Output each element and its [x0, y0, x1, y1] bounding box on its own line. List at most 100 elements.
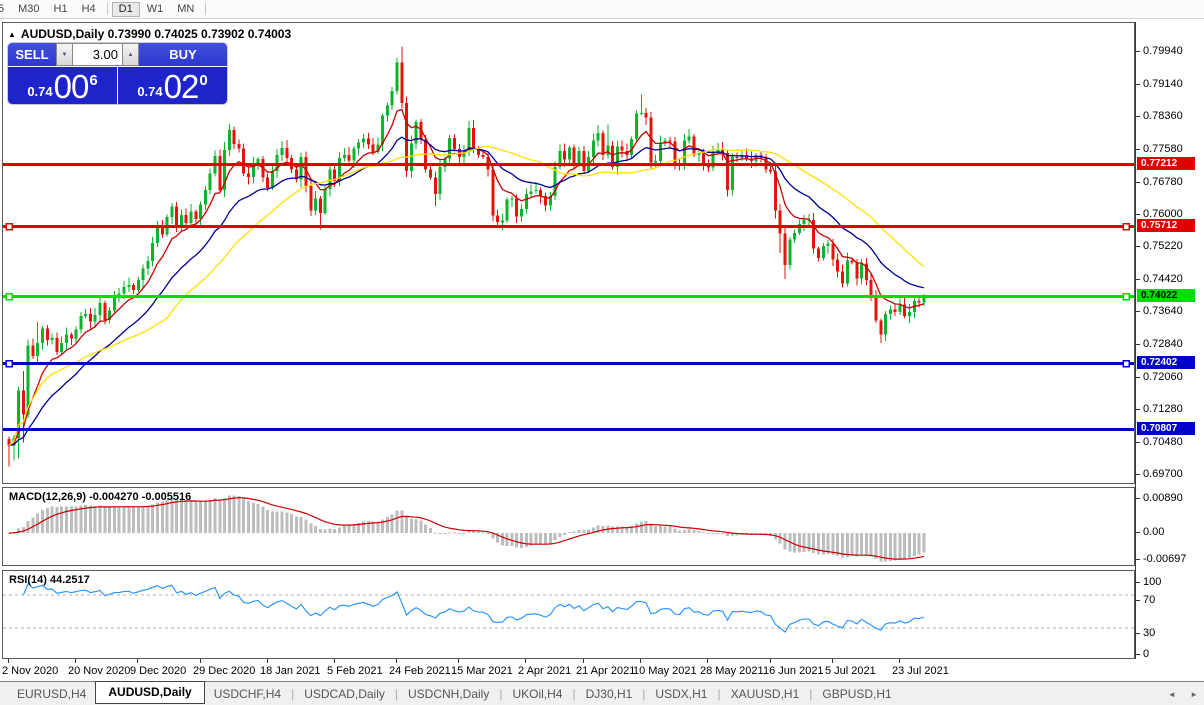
candle	[903, 297, 907, 319]
chart-tab-audusd-daily[interactable]: AUDUSD,Daily	[95, 680, 205, 704]
macd-histogram-bar	[812, 533, 816, 553]
macd-histogram-bar	[678, 530, 682, 533]
sell-button[interactable]: SELL	[8, 43, 56, 66]
chart-tab-eurusd-h4[interactable]: EURUSD,H4	[8, 684, 95, 704]
rsi-chart[interactable]	[3, 571, 1134, 658]
buy-price-button[interactable]: 0.74 02 0	[118, 67, 227, 104]
volume-input[interactable]	[73, 43, 122, 66]
candle	[836, 253, 840, 277]
date-label: 5 Feb 2021	[327, 665, 383, 677]
macd-histogram-bar	[644, 520, 648, 533]
macd-histogram-bar	[60, 506, 64, 533]
candle	[323, 186, 327, 215]
axis-tick	[1136, 311, 1140, 312]
candle	[888, 305, 892, 320]
macd-histogram-bar	[189, 500, 193, 533]
macd-histogram-bar	[500, 533, 504, 546]
collapse-panel-icon[interactable]: ▲	[8, 30, 16, 39]
macd-histogram-bar	[663, 526, 667, 533]
macd-histogram-bar	[520, 533, 523, 548]
chart-tab-usdcad-daily[interactable]: USDCAD,Daily	[295, 684, 394, 704]
candle	[429, 164, 432, 180]
chart-tab-gbpusd-h1[interactable]: GBPUSD,H1	[813, 684, 900, 704]
date-label: 16 Jun 2021	[763, 665, 824, 677]
macd-histogram-bar	[639, 521, 643, 533]
candle	[802, 214, 806, 231]
timeframe-button-d1[interactable]: D1	[111, 1, 140, 17]
macd-indicator-pane[interactable]: MACD(12,26,9) -0.004270 -0.005516	[2, 487, 1135, 566]
macd-histogram-bar	[716, 533, 720, 534]
axis-tick	[1136, 116, 1140, 117]
macd-histogram-bar	[524, 533, 528, 547]
candle	[55, 332, 59, 356]
candle	[582, 145, 586, 175]
candle	[294, 165, 298, 183]
rsi-indicator-pane[interactable]: RSI(14) 44.2517	[2, 570, 1135, 659]
line-anchor-marker[interactable]	[5, 359, 13, 368]
chart-tab-xauusd-h1[interactable]: XAUUSD,H1	[722, 684, 809, 704]
chart-tab-dj30-h1[interactable]: DJ30,H1	[577, 684, 642, 704]
candle	[203, 186, 207, 210]
line-anchor-marker[interactable]	[5, 222, 13, 231]
macd-histogram-bar	[419, 520, 423, 533]
chart-title: ▲ AUDUSD,Daily 0.73990 0.74025 0.73902 0.…	[8, 27, 291, 41]
date-axis[interactable]: 2 Nov 2020 20 Nov 2020 9 Dec 2020 29 Dec 20…	[2, 659, 1135, 681]
timeframe-button-h4[interactable]: H4	[75, 2, 103, 17]
timeframe-button-5[interactable]: 5	[0, 2, 11, 17]
candle	[84, 309, 88, 319]
candle	[448, 134, 452, 163]
axis-tick	[1136, 344, 1140, 345]
macd-histogram-bar	[342, 525, 346, 533]
tab-separator: |	[499, 686, 503, 701]
candle	[812, 212, 816, 254]
volume-increase-button[interactable]: ▲	[122, 43, 139, 66]
line-anchor-marker[interactable]	[1122, 359, 1130, 368]
candle	[615, 141, 619, 175]
candle	[170, 203, 174, 224]
macd-histogram-bar	[692, 530, 696, 533]
timeframe-button-w1[interactable]: W1	[140, 2, 171, 17]
macd-histogram-bar	[112, 506, 116, 533]
timeframe-toolbar: 5M30H1H4 D1W1MN	[0, 0, 1204, 19]
candle	[88, 308, 92, 330]
tab-scroll-right-icon[interactable]: ►	[1190, 690, 1198, 699]
axis-tick	[1136, 84, 1140, 85]
line-anchor-marker[interactable]	[1122, 292, 1130, 301]
date-tick	[137, 659, 138, 663]
macd-histogram-bar	[256, 504, 260, 533]
chart-tab-usdx-h1[interactable]: USDX,H1	[646, 684, 716, 704]
date-label: 29 Dec 2020	[193, 665, 256, 677]
candle	[79, 312, 83, 334]
axis-tick	[1136, 279, 1140, 280]
macd-axis-label: 0.00	[1143, 526, 1165, 538]
macd-histogram-bar	[869, 533, 873, 557]
chart-tab-usdcnh-daily[interactable]: USDCNH,Daily	[399, 684, 498, 704]
timeframe-button-mn[interactable]: MN	[170, 2, 201, 17]
macd-histogram-bar	[635, 523, 638, 533]
macd-histogram-bar	[179, 499, 183, 533]
price-axis[interactable]: 0.77212 0.75712 0.74022 0.72402 0.70807 0.799…	[1135, 22, 1204, 660]
candle	[496, 209, 500, 228]
buy-button[interactable]: BUY	[139, 43, 227, 66]
tab-scroll-left-icon[interactable]: ◄	[1168, 690, 1176, 699]
sell-price-button[interactable]: 0.74 00 6	[8, 67, 117, 104]
volume-decrease-button[interactable]: ▼	[56, 43, 73, 66]
timeframe-button-h1[interactable]: H1	[47, 2, 75, 17]
line-anchor-marker[interactable]	[1122, 222, 1130, 231]
line-anchor-marker[interactable]	[5, 292, 13, 301]
candle	[510, 195, 514, 208]
date-tick	[8, 659, 9, 663]
date-label: 2 Nov 2020	[2, 665, 59, 677]
chart-tab-usdchf-h4[interactable]: USDCHF,H4	[205, 684, 290, 704]
price-axis-label: 0.71280	[1143, 403, 1183, 415]
macd-label: MACD(12,26,9) -0.004270 -0.005516	[9, 491, 192, 503]
macd-histogram-bar	[208, 499, 212, 533]
candle	[620, 140, 624, 158]
macd-histogram-bar	[682, 529, 686, 533]
chart-tab-ukoil-h4[interactable]: UKOil,H4	[503, 684, 571, 704]
candle	[151, 237, 155, 267]
macd-histogram-bar	[141, 506, 145, 533]
macd-histogram-bar	[481, 532, 485, 534]
timeframe-button-m30[interactable]: M30	[11, 2, 46, 17]
candle	[31, 338, 35, 359]
